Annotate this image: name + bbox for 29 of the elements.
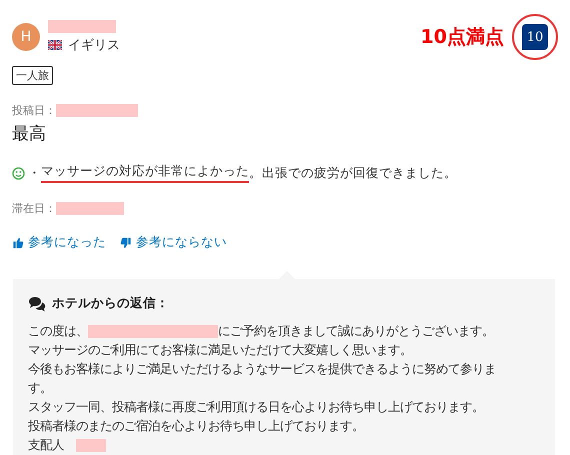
country-name: イギリス [68,37,120,54]
reply-heading: ホテルからの返信： [52,295,169,312]
reply-line: マッサージのご利用にてお客様に満足いただけて大変嬉しく思います。 [28,342,413,359]
thumbs-up-icon [12,236,24,248]
review-title: 最高 [12,123,47,145]
avatar: H [12,23,40,51]
flag-icon [48,40,62,50]
reply-line: この度は、 にご予約を頂きまして誠にありがとうございます。 [28,323,495,340]
underlined-text: マッサージの対応が非常によかった [41,163,249,183]
redaction-mark [48,20,116,33]
vote-link[interactable]: 参考になった [12,234,106,251]
reply-line: 支配人 [28,436,539,455]
redaction-mark [56,202,124,215]
posted-label: 投稿日： [12,103,56,118]
vote-link[interactable]: 参考にならない [120,234,227,251]
speech-bubbles-icon [28,296,46,312]
score-badge: 10 [522,24,548,50]
review-text: 。出張での疲労が回復できました。 [249,164,457,182]
stay-label: 滞在日： [12,201,56,216]
thumbs-down-icon [120,236,132,248]
redaction-mark [76,439,106,452]
annotation-text: 10点満点 [420,25,504,50]
reply-line: す。 [28,380,53,397]
separator: ・ [28,164,41,182]
reply-line: スタッフ一同、投稿者様に再度ご利用頂ける日を心よりお待ち申し上げております。 [28,399,485,416]
smiley-icon [12,166,25,180]
reply-line: 投稿者様のまたのご宿泊を心よりお待ち申し上げております。 [28,418,365,435]
reply-line: 今後もお客様によりご満足いただけるようなサービスを提供できるように努めて参りま [28,361,497,378]
trip-tag: 一人旅 [12,66,53,85]
